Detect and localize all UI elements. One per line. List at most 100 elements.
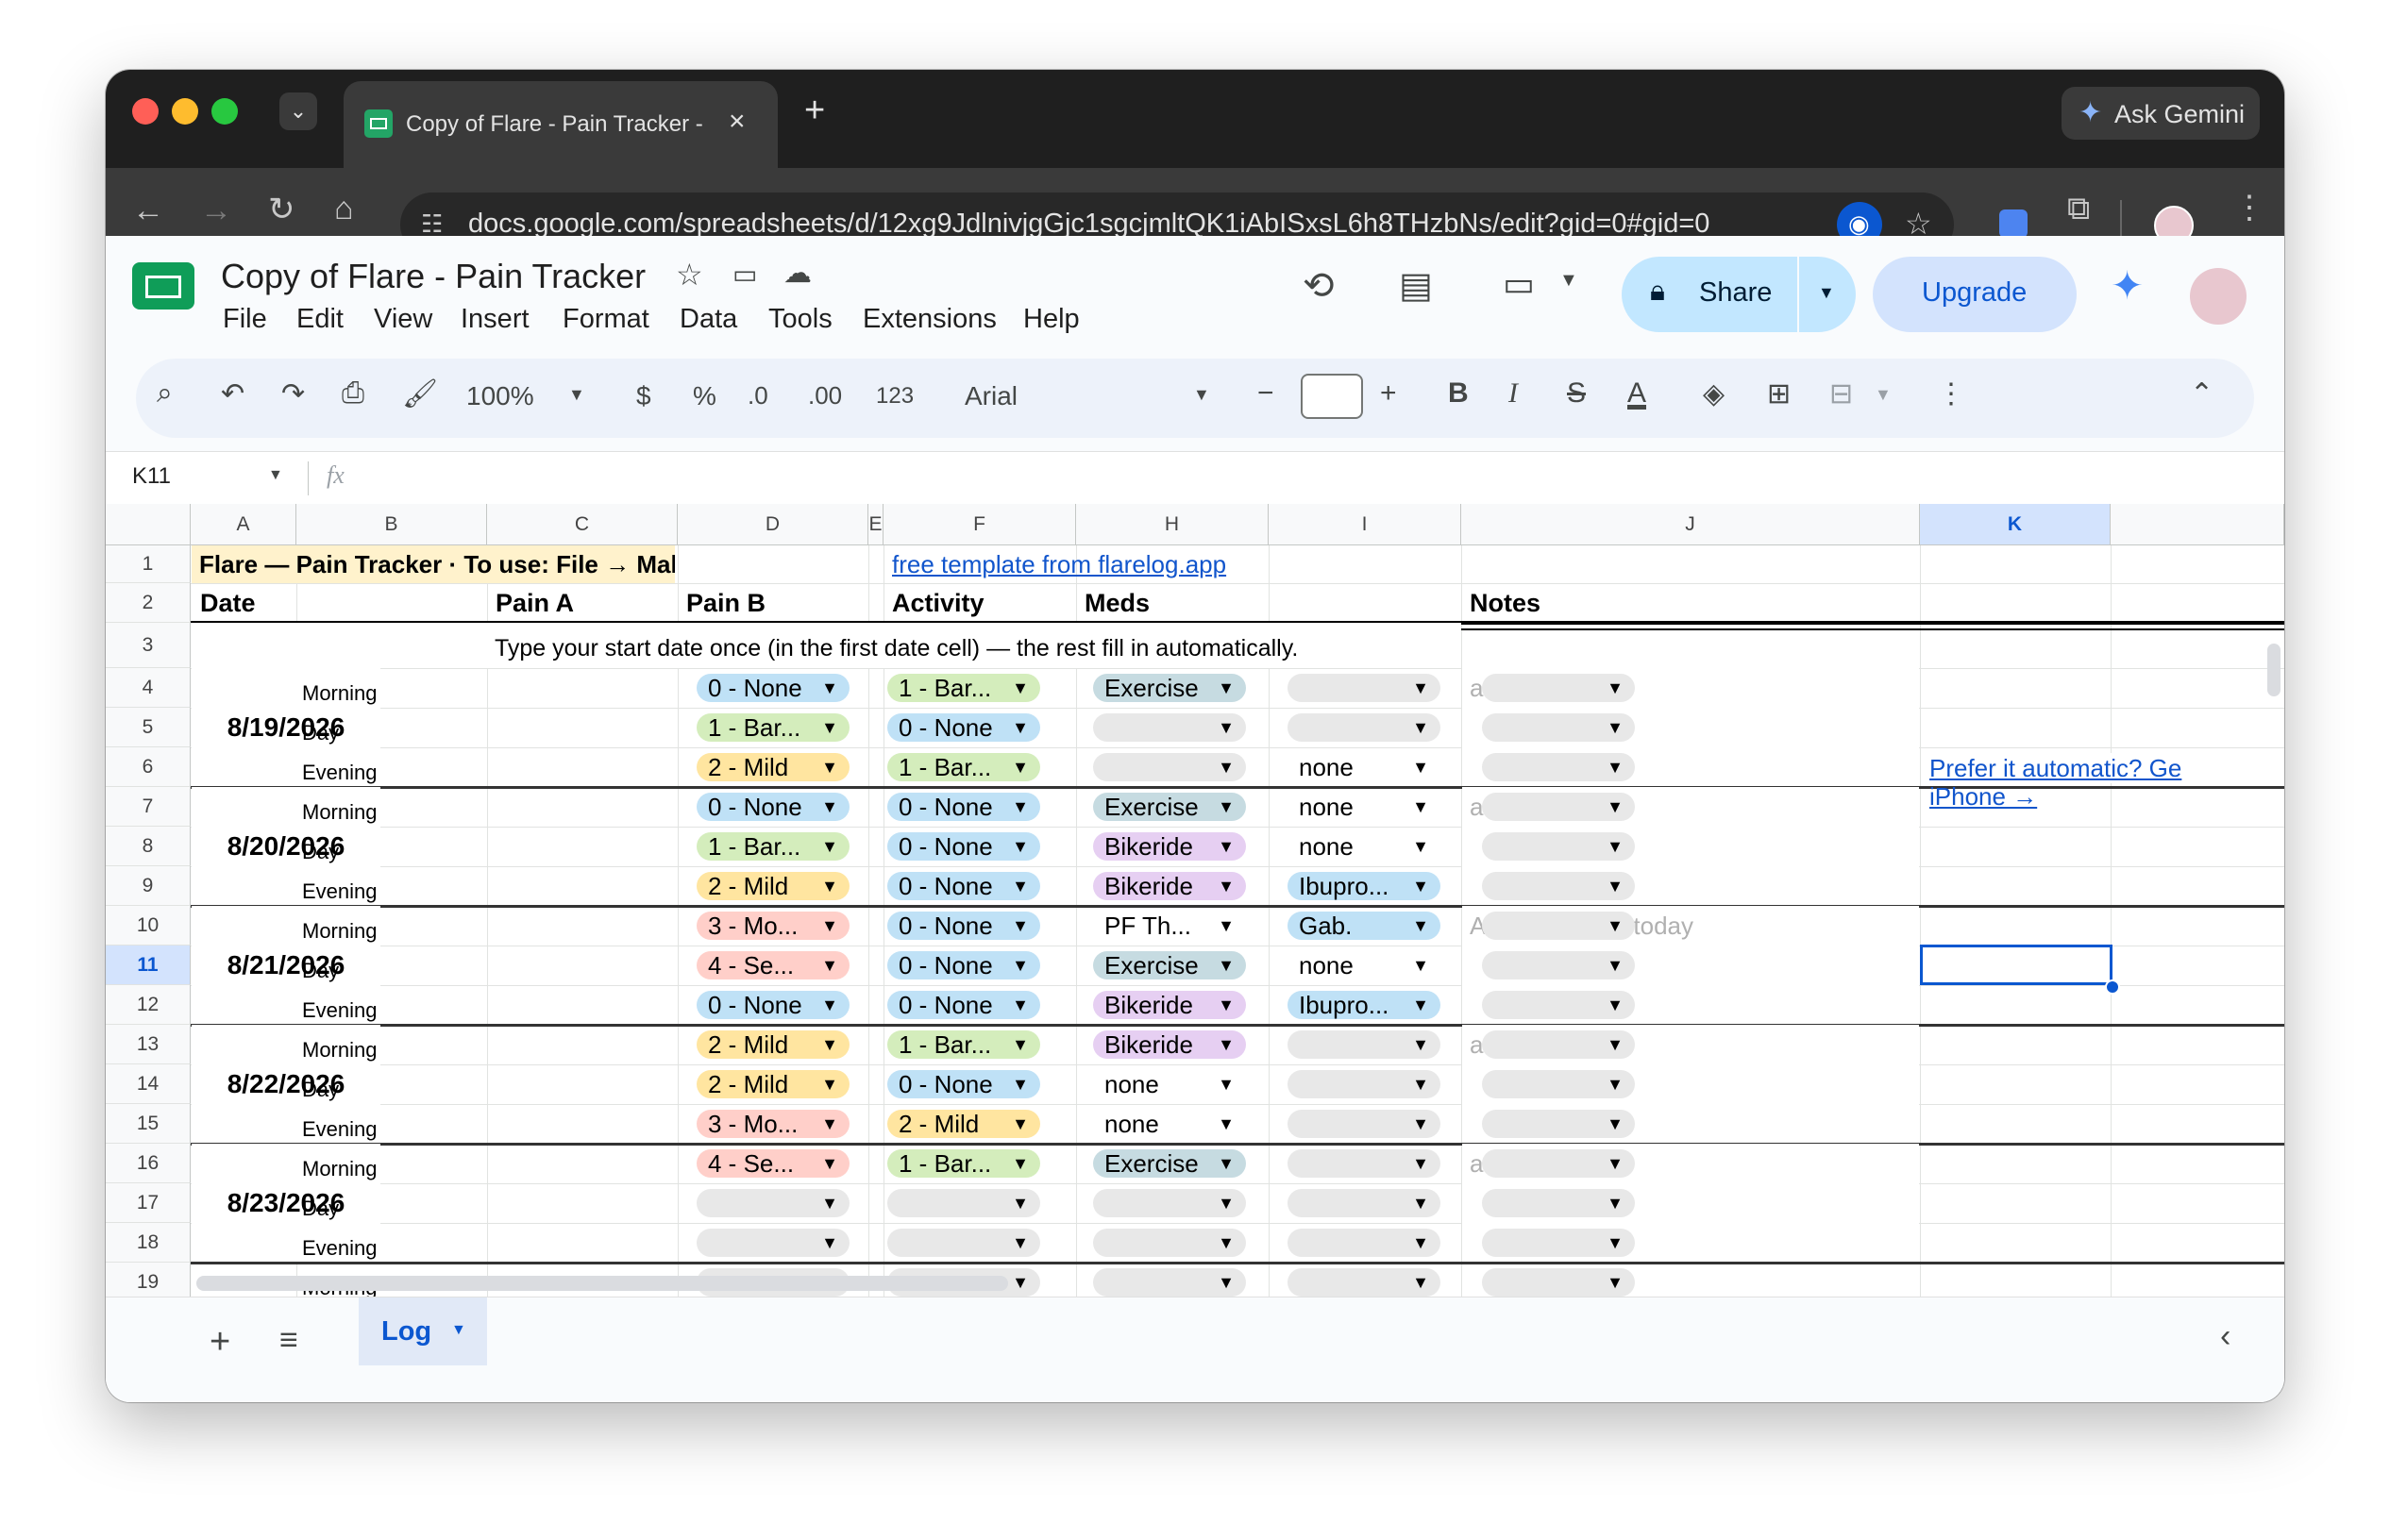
dropdown-arrow-icon[interactable]: ▼ [1218, 753, 1235, 781]
dropdown-arrow-icon[interactable]: ▼ [1012, 1229, 1029, 1257]
pain-b-dropdown[interactable]: 0 - None ▼ [887, 713, 1040, 742]
dropdown-arrow-icon[interactable]: ▼ [1218, 1030, 1235, 1059]
pain-b-dropdown[interactable]: ▼ [887, 1189, 1040, 1217]
dropdown-arrow-icon[interactable]: ▼ [1012, 753, 1029, 781]
menu-format[interactable]: Format [563, 304, 649, 335]
selected-cell-k11[interactable] [1920, 945, 2112, 985]
decrease-font-size-button[interactable]: − [1257, 377, 1274, 410]
pain-a-dropdown[interactable]: 4 - Se... ▼ [697, 951, 850, 979]
row-header-19[interactable]: 19 [106, 1263, 191, 1297]
zoom-select[interactable]: 100% [466, 381, 534, 411]
extra-dropdown[interactable]: ▼ [1482, 1229, 1635, 1257]
dropdown-arrow-icon[interactable]: ▼ [1218, 832, 1235, 861]
search-menus-icon[interactable]: ⌕ [157, 377, 173, 410]
dropdown-arrow-icon[interactable]: ▼ [1607, 713, 1624, 742]
activity-dropdown[interactable]: Exercise ▼ [1093, 793, 1246, 821]
dropdown-arrow-icon[interactable]: ▼ [1012, 1268, 1029, 1297]
column-header-col-b[interactable]: B [296, 504, 487, 545]
pain-a-dropdown[interactable]: 1 - Bar... ▼ [697, 832, 850, 861]
date-cell[interactable]: 8/23/2026 [192, 1144, 380, 1263]
meds-dropdown[interactable]: ▼ [1288, 1189, 1440, 1217]
dropdown-arrow-icon[interactable]: ▼ [1218, 713, 1235, 742]
currency-format-button[interactable]: $ [636, 381, 651, 411]
browser-tab[interactable]: Copy of Flare - Pain Tracker - × [344, 81, 778, 168]
dropdown-arrow-icon[interactable]: ▼ [821, 1070, 838, 1098]
pain-a-dropdown[interactable]: 4 - Se... ▼ [697, 1149, 850, 1178]
pain-a-dropdown[interactable]: 2 - Mild ▼ [697, 753, 850, 781]
pain-b-dropdown[interactable]: 0 - None ▼ [887, 991, 1040, 1019]
row-header-17[interactable]: 17 [106, 1183, 191, 1223]
row-header-5[interactable]: 5 [106, 708, 191, 747]
row-header-13[interactable]: 13 [106, 1025, 191, 1064]
activity-dropdown[interactable]: Bikeride ▼ [1093, 1030, 1246, 1059]
close-tab-icon[interactable]: × [729, 106, 746, 138]
pain-b-dropdown[interactable]: 1 - Bar... ▼ [887, 674, 1040, 702]
row-header-8[interactable]: 8 [106, 827, 191, 866]
row-header-2[interactable]: 2 [106, 583, 191, 623]
extra-dropdown[interactable]: ▼ [1482, 793, 1635, 821]
extra-dropdown[interactable]: ▼ [1482, 753, 1635, 781]
dropdown-arrow-icon[interactable]: ▼ [821, 1030, 838, 1059]
meds-dropdown[interactable]: ▼ [1288, 713, 1440, 742]
dropdown-arrow-icon[interactable]: ▼ [821, 674, 838, 702]
column-header-col-f[interactable]: F [884, 504, 1076, 545]
row-header-18[interactable]: 18 [106, 1223, 191, 1263]
dropdown-arrow-icon[interactable]: ▼ [1012, 1149, 1029, 1178]
browser-menu-icon[interactable]: ⋮ [2233, 189, 2265, 226]
activity-dropdown[interactable]: Exercise ▼ [1093, 951, 1246, 979]
date-cell[interactable]: 8/20/2026 [192, 787, 380, 906]
dropdown-arrow-icon[interactable]: ▼ [1607, 912, 1624, 940]
dropdown-arrow-icon[interactable]: ▼ [821, 832, 838, 861]
column-header-col-k[interactable]: K [1920, 504, 2111, 545]
dropdown-arrow-icon[interactable]: ▼ [1012, 1189, 1029, 1217]
dropdown-arrow-icon[interactable]: ▼ [1412, 991, 1429, 1019]
promo-link[interactable]: Prefer it automatic? Ge [1922, 753, 2205, 783]
meds-dropdown[interactable]: Gab. ▼ [1288, 912, 1440, 940]
dropdown-arrow-icon[interactable]: ▼ [821, 1229, 838, 1257]
meds-dropdown[interactable]: none ▼ [1288, 832, 1440, 861]
dropdown-arrow-icon[interactable]: ▼ [1218, 1229, 1235, 1257]
dropdown-arrow-icon[interactable]: ▼ [1412, 1030, 1429, 1059]
extra-dropdown[interactable]: ▼ [1482, 872, 1635, 900]
pain-b-dropdown[interactable]: 1 - Bar... ▼ [887, 1149, 1040, 1178]
home-icon[interactable]: ⌂ [334, 191, 354, 227]
sheets-logo-icon[interactable] [132, 262, 194, 310]
add-sheet-button[interactable]: + [210, 1322, 230, 1363]
column-header-col-d[interactable]: D [678, 504, 868, 545]
dropdown-arrow-icon[interactable]: ▼ [1607, 1229, 1624, 1257]
dropdown-arrow-icon[interactable]: ▼ [1012, 832, 1029, 861]
extra-dropdown[interactable]: ▼ [1482, 1070, 1635, 1098]
dropdown-arrow-icon[interactable]: ▼ [1218, 872, 1235, 900]
dropdown-arrow-icon[interactable]: ▼ [1012, 991, 1029, 1019]
dropdown-arrow-icon[interactable]: ▼ [1012, 872, 1029, 900]
dropdown-arrow-icon[interactable]: ▼ [1218, 793, 1235, 821]
dropdown-arrow-icon[interactable]: ▼ [1607, 991, 1624, 1019]
activity-dropdown[interactable]: Exercise ▼ [1093, 674, 1246, 702]
more-options-icon[interactable]: ⋮ [1937, 377, 1965, 410]
pain-b-dropdown[interactable]: 0 - None ▼ [887, 1070, 1040, 1098]
column-header-col-a[interactable]: A [191, 504, 296, 545]
dropdown-arrow-icon[interactable]: ▼ [1218, 951, 1235, 979]
tab-search-icon[interactable]: ⌄ [279, 92, 317, 130]
meds-dropdown[interactable]: Ibupro... ▼ [1288, 872, 1440, 900]
promo-link-line2[interactable]: iPhone → [1922, 781, 2205, 812]
pain-a-dropdown[interactable]: 3 - Mo... ▼ [697, 1110, 850, 1138]
forward-icon[interactable]: → [200, 192, 232, 229]
row-header-9[interactable]: 9 [106, 866, 191, 906]
pain-a-dropdown[interactable]: 0 - None ▼ [697, 674, 850, 702]
pain-b-dropdown[interactable]: 0 - None ▼ [887, 793, 1040, 821]
menu-data[interactable]: Data [680, 304, 737, 335]
menu-help[interactable]: Help [1023, 304, 1080, 335]
dropdown-arrow-icon[interactable]: ▼ [821, 713, 838, 742]
extra-dropdown[interactable]: ▼ [1482, 713, 1635, 742]
row-header-11[interactable]: 11 [106, 946, 191, 985]
percent-format-button[interactable]: % [693, 381, 716, 411]
dropdown-arrow-icon[interactable]: ▼ [821, 912, 838, 940]
dropdown-arrow-icon[interactable]: ▼ [1607, 1149, 1624, 1178]
spreadsheet-grid[interactable]: A B C D E F H I J K 1 2 3 4 5 6 7 8 9 10 11 12 13 14 15 16 17 18 19 F… [106, 504, 2284, 1297]
dropdown-arrow-icon[interactable]: ▼ [1012, 674, 1029, 702]
font-size-input[interactable] [1301, 374, 1363, 419]
activity-dropdown[interactable]: ▼ [1093, 1229, 1246, 1257]
extensions-puzzle-icon[interactable]: ⧉ [2067, 191, 2090, 227]
dropdown-arrow-icon[interactable]: ▼ [821, 753, 838, 781]
